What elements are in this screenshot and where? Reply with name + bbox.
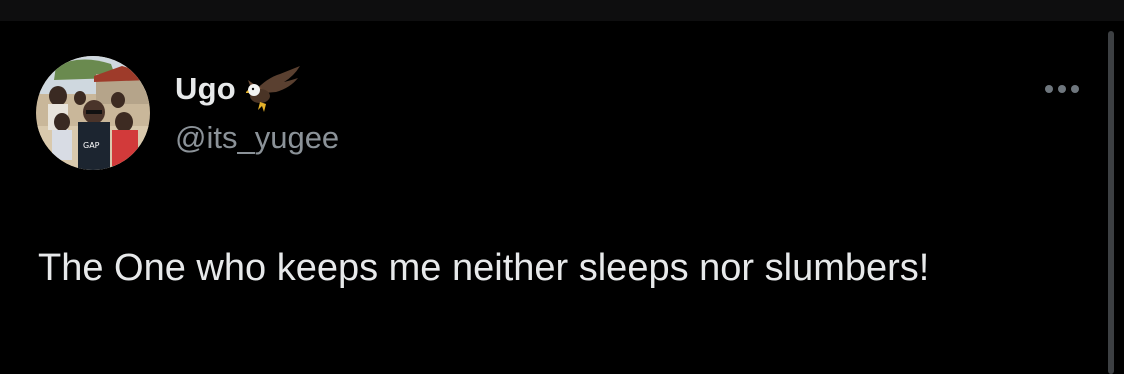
avatar[interactable]: GAP	[36, 56, 150, 170]
svg-text:GAP: GAP	[83, 141, 100, 150]
tweet-text: The One who keeps me neither sleeps nor …	[38, 247, 930, 289]
more-options-button[interactable]	[1036, 74, 1088, 104]
scrollbar[interactable]	[1108, 31, 1114, 374]
display-name[interactable]: Ugo	[175, 70, 236, 108]
eagle-emoji-icon	[246, 66, 300, 112]
top-bar	[0, 0, 1124, 21]
profile-photo: GAP	[36, 56, 150, 170]
tweet-screenshot: GAP Ugo @its_yugee The One who keeps me …	[0, 0, 1124, 374]
more-horizontal-icon	[1071, 85, 1079, 93]
more-horizontal-icon	[1058, 85, 1066, 93]
more-horizontal-icon	[1045, 85, 1053, 93]
author-handle[interactable]: @its_yugee	[175, 119, 339, 157]
